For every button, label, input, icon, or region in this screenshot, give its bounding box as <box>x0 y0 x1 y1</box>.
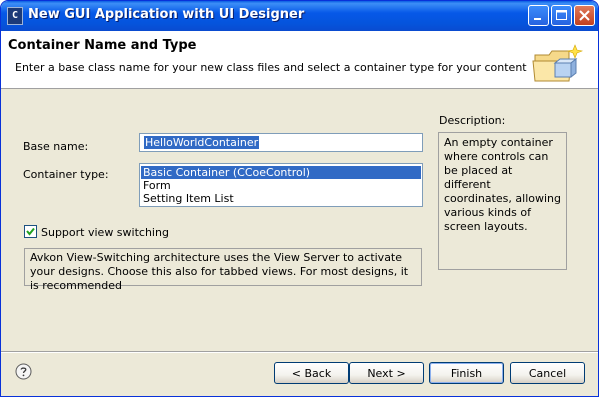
footer-separator <box>1 351 598 353</box>
minimize-icon <box>534 18 541 20</box>
finish-button[interactable]: Finish <box>429 362 504 384</box>
base-name-input[interactable]: HelloWorldContainer <box>139 133 423 152</box>
checkmark-icon <box>26 227 35 236</box>
view-switching-info: Avkon View-Switching architecture uses t… <box>24 248 422 292</box>
cancel-button[interactable]: Cancel <box>510 362 585 384</box>
page-title: Container Name and Type <box>8 38 197 53</box>
container-type-option-basic[interactable]: Basic Container (CCoeControl) <box>141 166 421 179</box>
minimize-button[interactable] <box>528 5 549 26</box>
maximize-button[interactable] <box>551 5 572 26</box>
close-button[interactable] <box>574 5 595 26</box>
title-bar[interactable]: C New GUI Application with UI Designer <box>1 1 598 31</box>
app-icon: C <box>7 7 23 25</box>
base-name-value: HelloWorldContainer <box>144 136 260 149</box>
container-type-option-setting-list[interactable]: Setting Item List <box>141 192 421 205</box>
description-label: Description: <box>439 114 506 127</box>
container-type-option-form[interactable]: Form <box>141 179 421 192</box>
close-icon <box>579 10 590 21</box>
page-description: Enter a base class name for your new cla… <box>15 61 527 74</box>
container-type-list[interactable]: Basic Container (CCoeControl) Form Setti… <box>139 163 423 207</box>
help-icon[interactable] <box>15 363 32 380</box>
dialog-window: C New GUI Application with UI Designer C… <box>0 0 599 397</box>
support-view-switching-label[interactable]: Support view switching <box>41 226 169 239</box>
next-button[interactable]: Next > <box>349 362 424 384</box>
maximize-icon <box>556 10 567 20</box>
description-text: An empty container where controls can be… <box>438 132 567 270</box>
window-title: New GUI Application with UI Designer <box>28 7 305 22</box>
support-view-switching-checkbox[interactable] <box>24 225 37 238</box>
base-name-label: Base name: <box>23 140 89 153</box>
wizard-folder-icon <box>532 44 584 82</box>
back-button[interactable]: < Back <box>274 362 349 384</box>
container-type-label: Container type: <box>23 168 109 181</box>
wizard-banner: Container Name and Type Enter a base cla… <box>1 31 598 89</box>
